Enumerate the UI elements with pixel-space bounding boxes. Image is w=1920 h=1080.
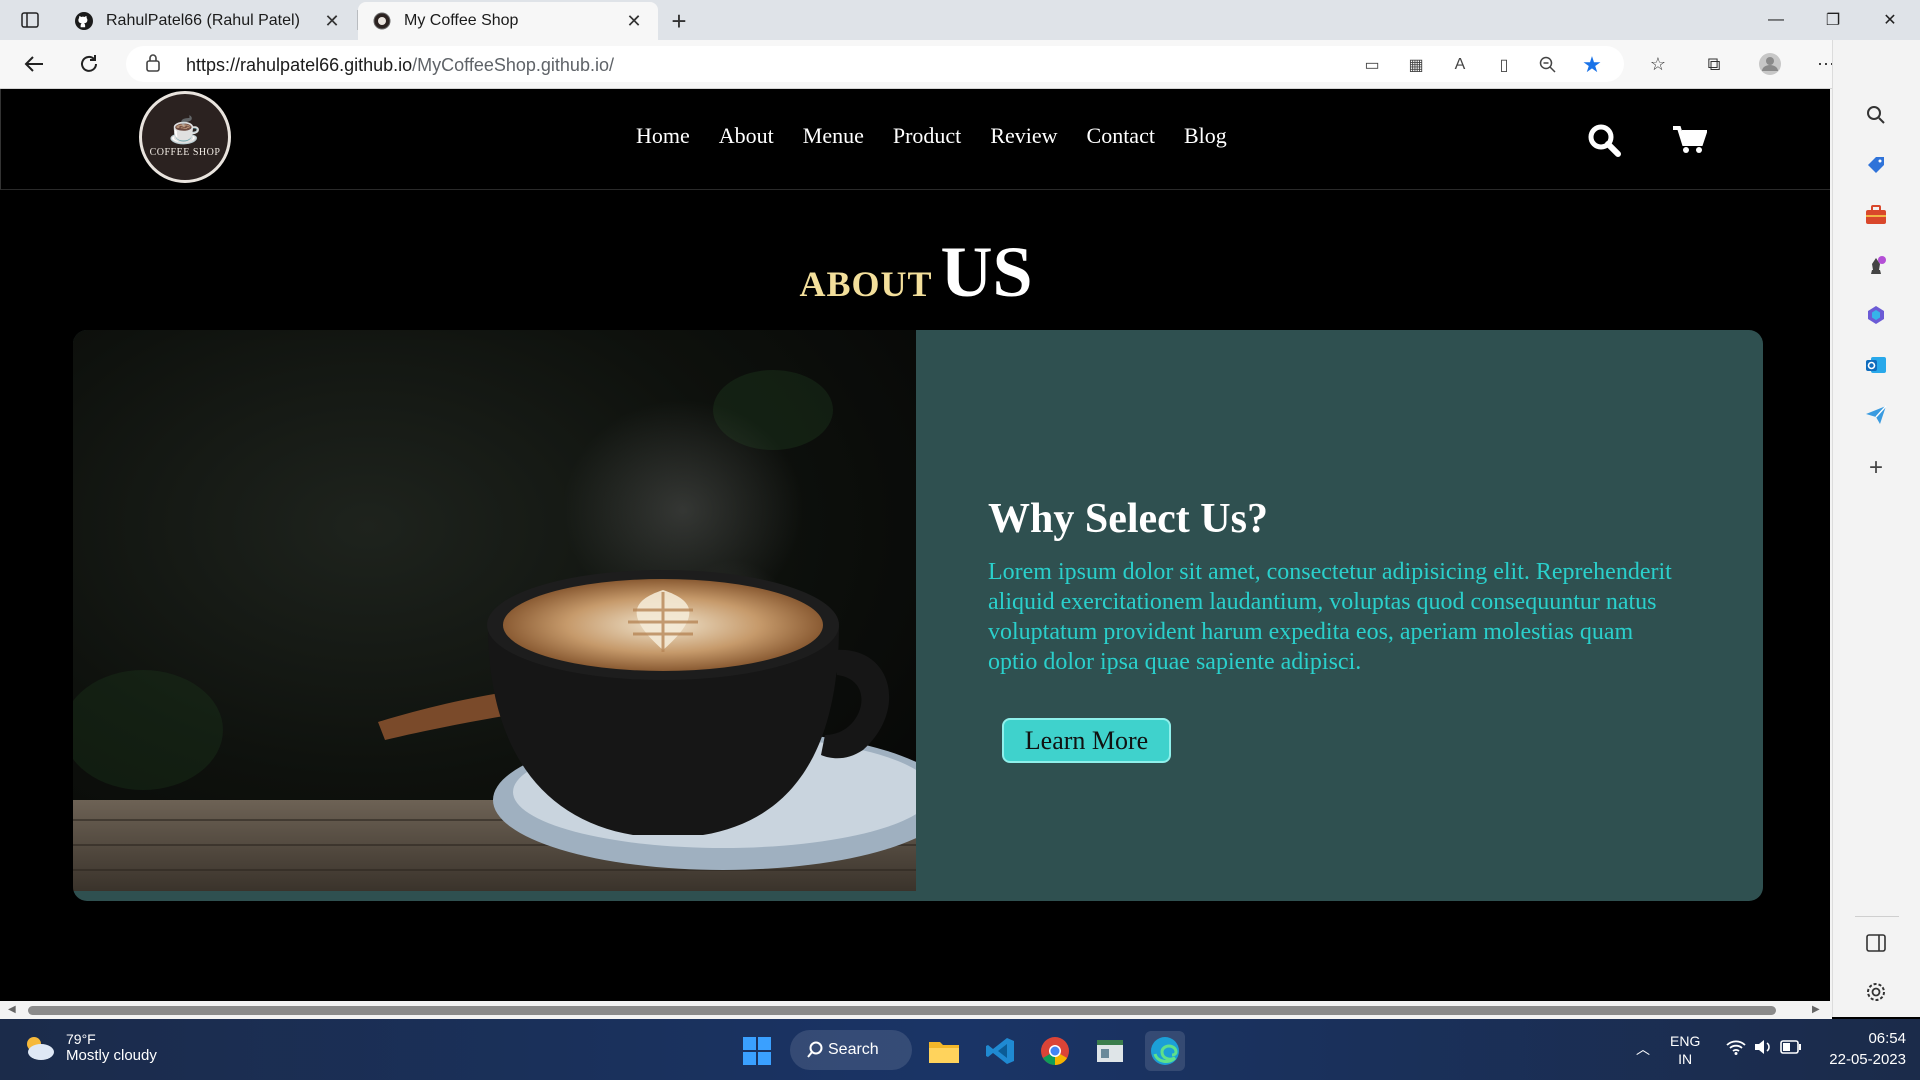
about-description: Lorem ipsum dolor sit amet, consectetur … [988,559,1672,675]
device-icon[interactable]: ▭ [1360,54,1384,76]
app-window-icon[interactable] [1090,1031,1130,1071]
outlook-icon[interactable] [1861,350,1891,380]
vscode-icon[interactable] [980,1031,1020,1071]
weather-temp: 79°F [66,1031,96,1047]
site-header: ☕ COFFEE SHOP Home About Menue Product R… [0,89,1832,190]
favorites-icon[interactable]: ☆ [1644,50,1672,78]
tools-briefcase-icon[interactable] [1861,200,1891,230]
about-card: Why Select Us? Lorem ipsum dolor sit ame… [73,330,1763,901]
about-text-block: Why Select Us? Lorem ipsum dolor sit ame… [988,495,1688,677]
chrome-icon[interactable] [1035,1031,1075,1071]
lock-icon[interactable] [146,54,160,77]
nav-about[interactable]: About [719,123,774,149]
url-text[interactable]: https://rahulpatel66.github.io/MyCoffeeS… [186,55,614,76]
search-icon[interactable] [1861,100,1891,130]
split-screen-icon[interactable] [1861,928,1891,958]
tab-github[interactable]: RahulPatel66 (Rahul Patel) ✕ [60,2,356,40]
weather-condition: Mostly cloudy [66,1047,157,1064]
restore-button[interactable]: ❐ [1805,0,1861,40]
close-icon[interactable]: ✕ [624,11,644,31]
minimize-button[interactable]: — [1748,0,1804,40]
scroll-right-arrow-icon[interactable]: ▶ [1812,1004,1820,1015]
sidebar-divider [1855,916,1899,917]
read-aloud-icon[interactable]: A [1448,54,1472,76]
language-top: ENG [1670,1033,1701,1049]
about-heading-part1: about [799,251,933,308]
weather-widget[interactable]: 79°F Mostly cloudy [22,1031,157,1064]
clock-time: 06:54 [1868,1030,1906,1047]
close-icon[interactable]: ✕ [322,11,342,31]
new-tab-button[interactable]: + [664,6,694,36]
taskbar-search[interactable]: Search [790,1030,912,1070]
nav-product[interactable]: Product [893,123,961,149]
horizontal-scroll-thumb[interactable] [28,1006,1776,1015]
browser-toolbar: https://rahulpatel66.github.io/MyCoffeeS… [0,40,1920,89]
windows-start-icon[interactable] [737,1031,777,1071]
search-icon[interactable] [1587,123,1621,162]
tab-title: RahulPatel66 (Rahul Patel) [106,12,300,29]
github-icon [74,11,94,31]
battery-icon[interactable] [1780,1040,1802,1059]
tab-title: My Coffee Shop [404,12,519,29]
browser-tab-strip: RahulPatel66 (Rahul Patel) ✕ My Coffee S… [0,0,1920,40]
nav-review[interactable]: Review [990,123,1057,149]
address-bar[interactable]: https://rahulpatel66.github.io/MyCoffeeS… [126,46,1624,82]
shopping-tag-icon[interactable] [1861,150,1891,180]
profile-icon[interactable] [1756,50,1784,78]
main-nav: Home About Menue Product Review Contact … [636,123,1256,149]
clock-date: 22-05-2023 [1829,1051,1906,1068]
edge-browser-icon[interactable] [1145,1031,1185,1071]
tab-actions-icon[interactable] [14,6,46,34]
tab-my-coffee-shop[interactable]: My Coffee Shop ✕ [358,2,658,40]
taskbar-search-label: Search [828,1041,879,1058]
immersive-reader-icon[interactable]: ▯ [1492,54,1516,76]
back-button[interactable] [16,48,52,80]
web-page-viewport: ☕ COFFEE SHOP Home About Menue Product R… [0,89,1832,1001]
settings-gear-icon[interactable] [1861,977,1891,1007]
microsoft-365-icon[interactable] [1861,300,1891,330]
learn-more-button[interactable]: Learn More [1002,718,1171,763]
zoom-icon[interactable] [1536,54,1560,76]
language-bottom: IN [1678,1051,1693,1067]
about-title: Why Select Us? [988,496,1268,542]
windows-taskbar: 79°F Mostly cloudy Search ︿ ENG IN 06:54… [0,1019,1920,1080]
games-chess-icon[interactable] [1861,250,1891,280]
coffee-cup-image [73,330,916,891]
refresh-button[interactable] [71,48,107,80]
search-icon [807,1041,823,1058]
language-indicator[interactable]: ENG IN [1670,1032,1700,1068]
nav-contact[interactable]: Contact [1087,123,1155,149]
coffee-cup-icon: ☕ [168,114,202,145]
chevron-up-icon[interactable]: ︿ [1636,1039,1650,1059]
coffee-shop-logo[interactable]: ☕ COFFEE SHOP [139,91,231,183]
shopping-cart-icon[interactable] [1673,125,1708,160]
logo-text: COFFEE SHOP [149,146,221,158]
wifi-icon[interactable] [1726,1039,1746,1060]
close-window-button[interactable]: ✕ [1862,0,1918,40]
add-icon[interactable]: + [1861,453,1891,483]
send-paper-plane-icon[interactable] [1861,400,1891,430]
nav-blog[interactable]: Blog [1184,123,1227,149]
about-heading: about US [0,231,1832,314]
scroll-left-arrow-icon[interactable]: ◀ [8,1004,16,1015]
system-clock[interactable]: 06:54 22-05-2023 [1820,1028,1906,1070]
horizontal-scrollbar[interactable]: ◀ ▶ [0,1001,1832,1019]
favorite-star-icon[interactable]: ★ [1580,52,1604,77]
apps-icon[interactable]: ▦ [1404,54,1428,76]
vertical-scrollbar-track[interactable] [1830,89,1832,1001]
about-heading-part2: US [940,232,1033,312]
coffee-shop-favicon-icon [372,11,392,31]
collections-icon[interactable]: ⧉ [1700,50,1728,78]
volume-icon[interactable] [1754,1039,1772,1060]
file-explorer-icon[interactable] [924,1031,964,1071]
nav-menue[interactable]: Menue [803,123,864,149]
cloudy-weather-icon [27,1036,54,1060]
nav-home[interactable]: Home [636,123,690,149]
edge-sidebar: + [1832,40,1920,1017]
